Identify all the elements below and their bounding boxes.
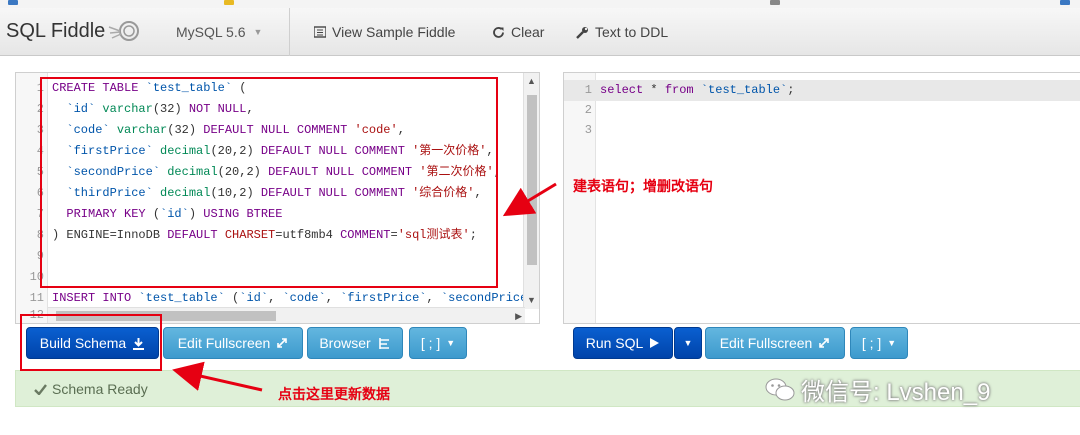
schema-annotation: 建表语句；增删改语句 [573, 178, 713, 194]
watermark-text: 微信号: Lvshen_9 [801, 379, 991, 406]
build-annotation: 点击这里更新数据 [278, 386, 390, 402]
wechat-icon [765, 378, 795, 400]
watermark: 微信号: Lvshen_9 [765, 372, 990, 407]
arrow-to-schema [502, 182, 557, 217]
annotation-arrows [172, 182, 557, 392]
arrow-to-build-button [172, 361, 263, 392]
